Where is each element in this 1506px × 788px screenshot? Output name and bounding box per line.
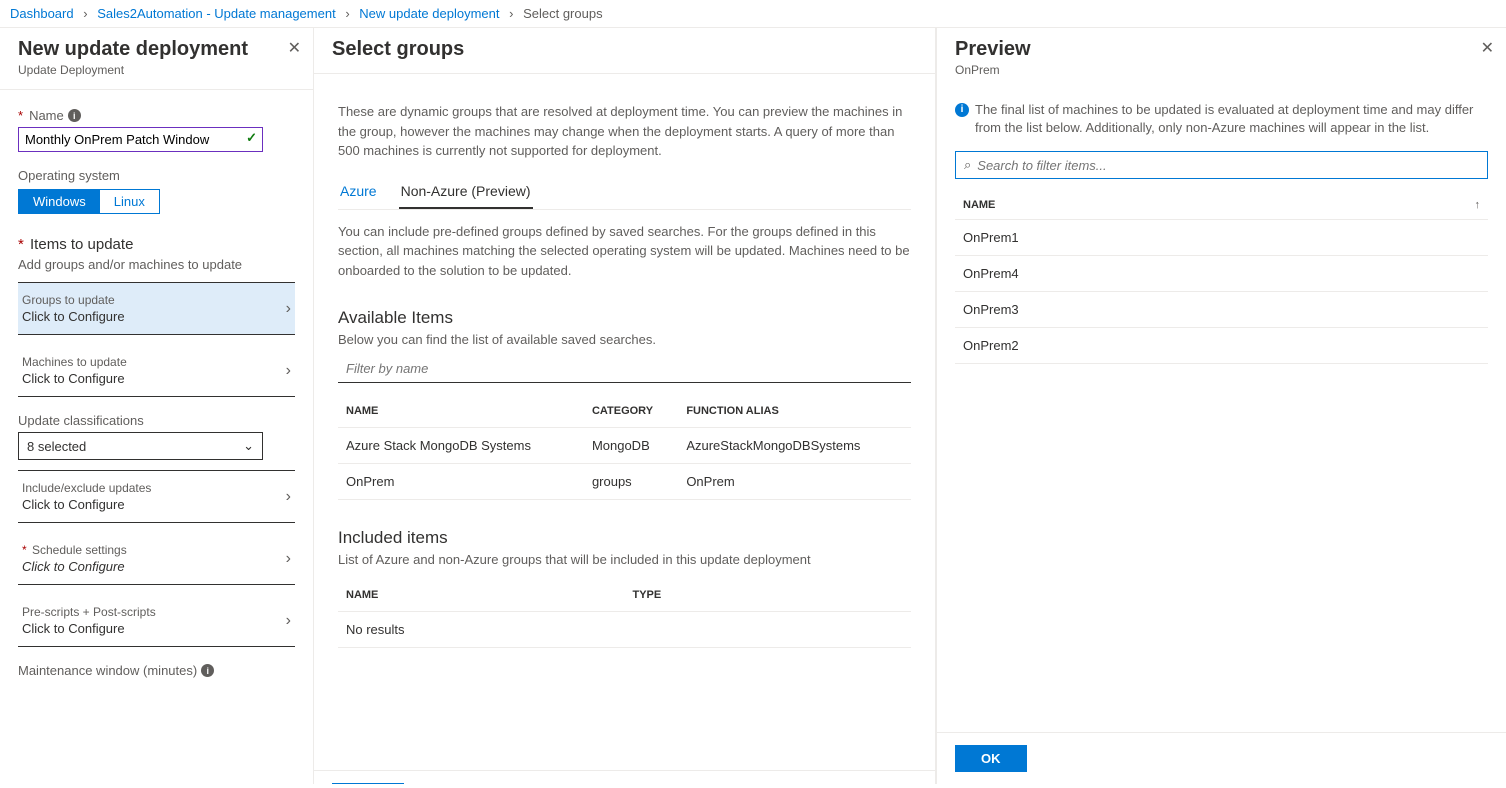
check-icon: ✓ [246, 130, 257, 146]
info-icon[interactable]: i [201, 664, 214, 677]
available-items-title: Available Items [338, 308, 911, 328]
table-row[interactable]: OnPrem4 [955, 256, 1488, 292]
chevron-right-icon: › [286, 550, 291, 568]
col-type[interactable]: TYPE [625, 579, 912, 612]
classifications-label: Update classifications [18, 413, 295, 428]
table-row[interactable]: OnPrem3 [955, 292, 1488, 328]
preview-table: NAME↑ OnPrem1OnPrem4OnPrem3OnPrem2 [955, 191, 1488, 364]
info-message: i The final list of machines to be updat… [955, 101, 1488, 137]
config-value: Click to Configure [22, 559, 127, 574]
name-input[interactable] [18, 127, 263, 152]
tab-azure[interactable]: Azure [338, 177, 379, 209]
config-value: Click to Configure [22, 309, 125, 324]
search-box[interactable]: ⌕ [955, 151, 1488, 179]
items-to-update-title: * Items to update [18, 236, 295, 253]
chevron-down-icon: ⌄ [243, 438, 254, 454]
panel-subtitle: OnPrem [955, 63, 1488, 77]
included-items-title: Included items [338, 528, 911, 548]
panel-title: New update deployment [18, 38, 295, 61]
os-linux-button[interactable]: Linux [100, 190, 159, 213]
table-row[interactable]: OnPrem2 [955, 328, 1488, 364]
search-input[interactable] [977, 158, 1479, 173]
items-to-update-sub: Add groups and/or machines to update [18, 257, 295, 272]
tab-description: You can include pre-defined groups defin… [338, 222, 911, 281]
chevron-right-icon: › [83, 6, 87, 21]
os-windows-button[interactable]: Windows [19, 190, 100, 213]
breadcrumb-link[interactable]: Sales2Automation - Update management [97, 6, 335, 21]
chevron-right-icon: › [286, 612, 291, 630]
config-label: Pre-scripts + Post-scripts [22, 605, 156, 619]
name-label: *Name i [18, 108, 295, 123]
config-label: * Schedule settings [22, 543, 127, 557]
included-items-table: NAME TYPE No results [338, 579, 911, 648]
panel-subtitle: Update Deployment [18, 63, 295, 77]
preview-panel: Preview OnPrem ✕ i The final list of mac… [936, 28, 1506, 784]
description-text: These are dynamic groups that are resolv… [338, 102, 911, 161]
close-icon[interactable]: ✕ [1481, 38, 1494, 58]
chevron-right-icon: › [345, 6, 349, 21]
os-toggle: Windows Linux [18, 189, 160, 214]
config-label: Include/exclude updates [22, 481, 151, 495]
config-row[interactable]: Include/exclude updates Click to Configur… [18, 470, 295, 523]
filter-input[interactable] [338, 355, 911, 383]
col-name[interactable]: NAME [338, 579, 625, 612]
new-deployment-panel: New update deployment Update Deployment … [0, 28, 314, 784]
os-label: Operating system [18, 168, 295, 183]
chevron-right-icon: › [286, 362, 291, 380]
table-row[interactable]: OnPremgroupsOnPrem [338, 464, 911, 500]
config-label: Machines to update [22, 355, 127, 369]
maintenance-label: Maintenance window (minutes) i [18, 663, 295, 678]
col-alias[interactable]: FUNCTION ALIAS [678, 395, 911, 428]
chevron-right-icon: › [286, 300, 291, 318]
config-value: Click to Configure [22, 371, 127, 386]
table-row[interactable]: Azure Stack MongoDB SystemsMongoDBAzureS… [338, 428, 911, 464]
table-row[interactable]: OnPrem1 [955, 220, 1488, 256]
tab-bar: Azure Non-Azure (Preview) [338, 177, 911, 210]
col-category[interactable]: CATEGORY [584, 395, 678, 428]
no-results: No results [338, 612, 911, 648]
info-icon[interactable]: i [68, 109, 81, 122]
panel-title: Preview [955, 38, 1488, 61]
chevron-right-icon: › [509, 6, 513, 21]
classifications-select[interactable]: 8 selected ⌄ [18, 432, 263, 460]
config-value: Click to Configure [22, 497, 151, 512]
breadcrumb-current: Select groups [523, 6, 603, 21]
config-label: Groups to update [22, 293, 125, 307]
chevron-right-icon: › [286, 488, 291, 506]
included-items-sub: List of Azure and non-Azure groups that … [338, 552, 911, 567]
sort-icon: ↑ [1475, 199, 1481, 211]
col-name[interactable]: NAME [338, 395, 584, 428]
ok-button[interactable]: OK [955, 745, 1027, 772]
search-icon: ⌕ [964, 157, 971, 173]
breadcrumb-link[interactable]: Dashboard [10, 6, 74, 21]
info-icon: i [955, 103, 969, 117]
config-row[interactable]: Pre-scripts + Post-scripts Click to Confi… [18, 595, 295, 647]
col-name[interactable]: NAME↑ [955, 191, 1488, 220]
close-icon[interactable]: ✕ [288, 38, 301, 58]
available-items-sub: Below you can find the list of available… [338, 332, 911, 347]
select-groups-panel: Select groups These are dynamic groups t… [314, 28, 936, 784]
tab-non-azure[interactable]: Non-Azure (Preview) [399, 177, 533, 209]
available-items-table: NAME CATEGORY FUNCTION ALIAS Azure Stack… [338, 395, 911, 500]
config-value: Click to Configure [22, 621, 156, 636]
panel-title: Select groups [332, 38, 917, 61]
config-row[interactable]: Groups to update Click to Configure › [18, 282, 295, 335]
config-row[interactable]: * Schedule settings Click to Configure › [18, 533, 295, 585]
breadcrumb: Dashboard › Sales2Automation - Update ma… [0, 0, 1506, 28]
breadcrumb-link[interactable]: New update deployment [359, 6, 499, 21]
ok-button[interactable]: OK [332, 783, 404, 784]
config-row[interactable]: Machines to update Click to Configure › [18, 345, 295, 397]
